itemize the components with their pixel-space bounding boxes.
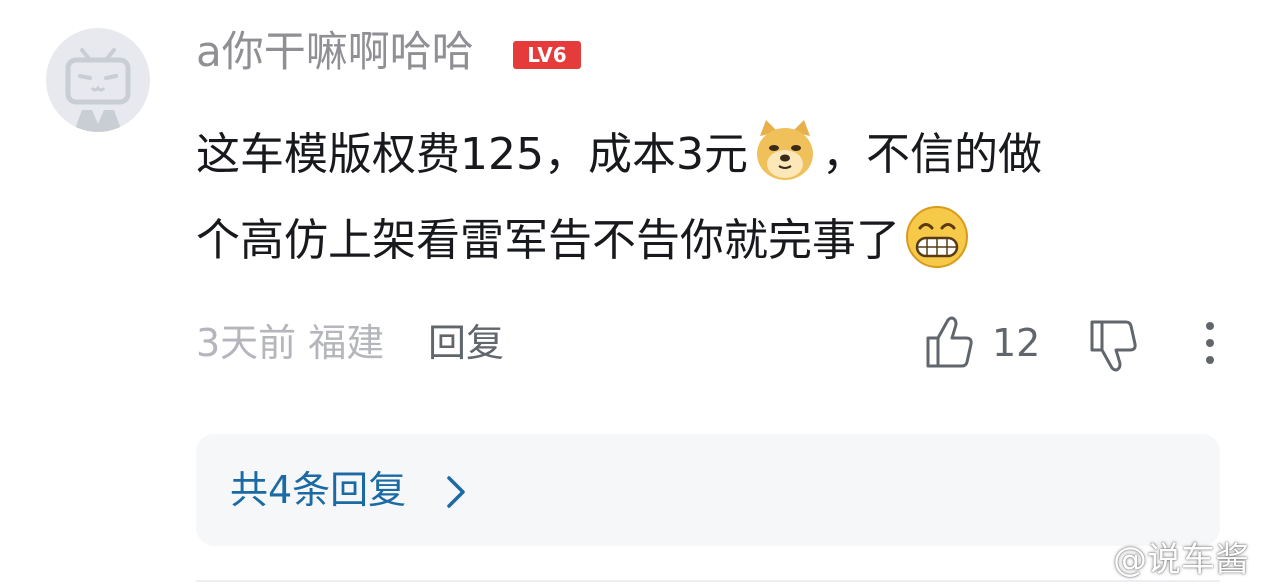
comment-time-location: 3天前 福建 bbox=[196, 321, 385, 365]
thumbs-down-icon[interactable] bbox=[1088, 318, 1142, 374]
reply-button[interactable]: 回复 bbox=[428, 318, 504, 368]
doge-emoji-icon bbox=[756, 120, 813, 180]
content-line-2: 个高仿上架看雷军告不告你就完事了 bbox=[196, 198, 1206, 284]
content-text-part-2: ，不信的做 bbox=[821, 129, 1042, 180]
grin-emoji-icon bbox=[906, 206, 968, 268]
bilibili-tv-avatar-icon bbox=[65, 48, 131, 132]
more-options-icon[interactable] bbox=[1198, 318, 1222, 368]
content-line-1: 这车模版权费125，成本3元 ，不信的做 bbox=[196, 112, 1206, 198]
replies-summary-box[interactable]: 共4条回复 bbox=[196, 434, 1220, 546]
content-text-part-1: 这车模版权费125，成本3元 bbox=[196, 129, 748, 180]
avatar[interactable] bbox=[46, 28, 150, 132]
divider bbox=[196, 580, 1220, 582]
comment-content: 这车模版权费125，成本3元 ，不信的做 个高仿上架看雷军告不告你就完事了 bbox=[196, 112, 1206, 284]
content-text-part-3: 个高仿上架看雷军告不告你就完事了 bbox=[196, 215, 900, 266]
level-badge: LV6 bbox=[513, 41, 581, 69]
username[interactable]: a你干嘛啊哈哈 bbox=[196, 24, 474, 80]
watermark: @说车酱 bbox=[1113, 540, 1249, 580]
chevron-right-icon bbox=[447, 476, 465, 508]
thumbs-up-icon[interactable] bbox=[924, 314, 976, 370]
replies-summary-link[interactable]: 共4条回复 bbox=[230, 464, 406, 516]
level-badge-text: LV6 bbox=[527, 43, 566, 67]
like-count: 12 bbox=[992, 321, 1041, 365]
